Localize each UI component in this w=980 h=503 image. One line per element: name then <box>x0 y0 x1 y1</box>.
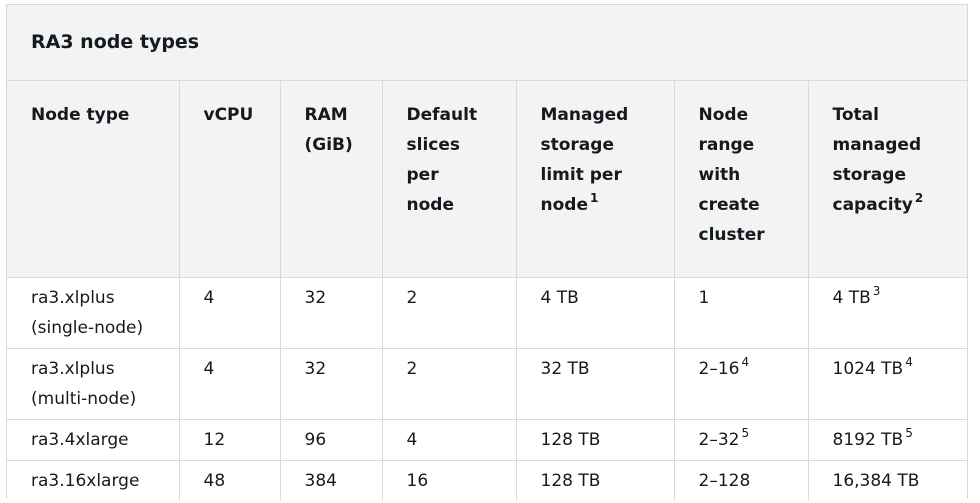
cell-total-capacity: 4 TB 3 <box>807 276 967 349</box>
header-storage-limit: Managed storage limit per node 1 <box>515 81 675 278</box>
cell-node-type: ra3.4xlarge <box>7 418 180 461</box>
header-node-type: Node type <box>7 81 180 278</box>
footnote-marker-1[interactable]: 1 <box>590 191 598 205</box>
header-ram: RAM (GiB) <box>279 81 383 278</box>
cell-ram: 32 <box>279 276 383 349</box>
footnote-marker-5[interactable]: 5 <box>741 426 749 440</box>
node-types-table-container: RA3 node types Node type vCPU RAM (GiB) … <box>6 4 968 501</box>
cell-ram: 96 <box>279 418 383 461</box>
table-row: ra3.xlplus (multi-node) 4 32 2 32 TB 2–1… <box>7 347 967 420</box>
cell-node-range: 2–32 5 <box>673 418 809 461</box>
footnote-marker-5[interactable]: 5 <box>905 426 913 440</box>
table-row: ra3.4xlarge 12 96 4 128 TB 2–32 5 8192 TB… <box>7 418 967 461</box>
cell-vcpu: 48 <box>178 459 281 501</box>
cell-vcpu: 4 <box>178 276 281 349</box>
footnote-marker-2[interactable]: 2 <box>915 191 923 205</box>
cell-slices: 2 <box>381 347 517 420</box>
table-caption: RA3 node types <box>7 5 967 81</box>
cell-node-type: ra3.16xlarge <box>7 459 180 501</box>
cell-node-range: 1 <box>673 276 809 349</box>
cell-node-type: ra3.xlplus (single-node) <box>7 276 180 349</box>
footnote-marker-3[interactable]: 3 <box>873 284 881 298</box>
cell-storage-limit: 32 TB <box>515 347 675 420</box>
footnote-marker-4[interactable]: 4 <box>905 355 913 369</box>
header-total-capacity: Total managed storage capacity 2 <box>807 81 967 278</box>
cell-total-capacity: 8192 TB 5 <box>807 418 967 461</box>
cell-total-capacity: 1024 TB 4 <box>807 347 967 420</box>
table-row: ra3.16xlarge 48 384 16 128 TB 2–128 16,3… <box>7 459 967 501</box>
cell-node-range: 2–16 4 <box>673 347 809 420</box>
header-node-range: Node range with create cluster <box>673 81 809 278</box>
cell-slices: 2 <box>381 276 517 349</box>
table-row: ra3.xlplus (single-node) 4 32 2 4 TB 1 4… <box>7 276 967 349</box>
footnote-marker-4[interactable]: 4 <box>741 355 749 369</box>
node-types-table: Node type vCPU RAM (GiB) Default slices … <box>7 81 967 501</box>
cell-storage-limit: 128 TB <box>515 459 675 501</box>
cell-storage-limit: 4 TB <box>515 276 675 349</box>
cell-node-type: ra3.xlplus (multi-node) <box>7 347 180 420</box>
cell-node-range: 2–128 <box>673 459 809 501</box>
cell-ram: 32 <box>279 347 383 420</box>
header-vcpu: vCPU <box>178 81 281 278</box>
header-row: Node type vCPU RAM (GiB) Default slices … <box>7 81 967 278</box>
cell-slices: 4 <box>381 418 517 461</box>
cell-vcpu: 4 <box>178 347 281 420</box>
cell-ram: 384 <box>279 459 383 501</box>
cell-vcpu: 12 <box>178 418 281 461</box>
cell-storage-limit: 128 TB <box>515 418 675 461</box>
cell-slices: 16 <box>381 459 517 501</box>
cell-total-capacity: 16,384 TB <box>807 459 967 501</box>
header-default-slices: Default slices per node <box>381 81 517 278</box>
